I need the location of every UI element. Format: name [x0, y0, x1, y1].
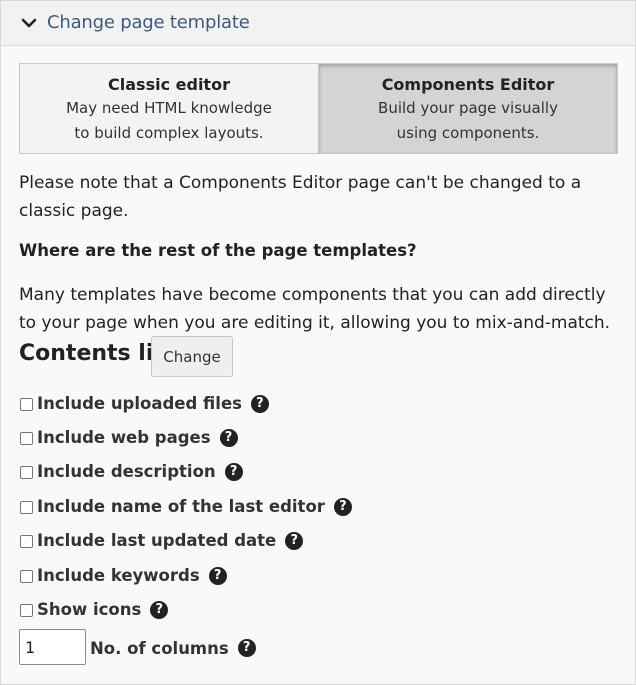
help-icon[interactable]: ? [250, 395, 269, 413]
include-last-editor-checkbox[interactable] [20, 500, 33, 514]
option-label: Include uploaded files [37, 394, 242, 413]
option-label: Include name of the last editor [37, 497, 325, 516]
include-uploaded-files-checkbox[interactable] [20, 397, 33, 411]
show-icons-checkbox[interactable] [20, 603, 33, 617]
classic-editor-option[interactable]: Classic editor May need HTML knowledge t… [20, 64, 319, 153]
option-show-icons: Show icons ? [19, 598, 169, 622]
templates-explanation: Many templates have become components th… [19, 285, 611, 333]
include-last-updated-date-checkbox[interactable] [20, 534, 33, 548]
option-label: Show icons [37, 600, 142, 619]
help-icon[interactable]: ? [150, 601, 169, 619]
change-template-toggle[interactable]: Change page template [1, 1, 635, 46]
components-editor-option[interactable]: Components Editor Build your page visual… [319, 64, 617, 153]
option-label: Include description [37, 462, 216, 481]
include-keywords-checkbox[interactable] [20, 569, 33, 583]
components-editor-title: Components Editor [381, 75, 555, 94]
columns-label-group: No. of columns ? [90, 636, 256, 660]
option-include-last-editor: Include name of the last editor ? [19, 495, 352, 519]
option-include-keywords: Include keywords ? [19, 564, 227, 588]
columns-input[interactable] [19, 629, 86, 665]
components-editor-desc-line2: using components. [396, 124, 540, 142]
templates-question-heading: Where are the rest of the page templates… [19, 241, 417, 260]
option-include-description: Include description ? [19, 460, 243, 484]
help-icon[interactable]: ? [219, 429, 238, 447]
include-web-pages-checkbox[interactable] [20, 431, 33, 445]
help-icon[interactable]: ? [224, 463, 243, 481]
template-choice-group: Classic editor May need HTML knowledge t… [19, 63, 618, 154]
columns-label: No. of columns [90, 638, 229, 658]
option-label: Include last updated date [37, 531, 277, 550]
page-template-panel: Change page template Classic editor May … [0, 0, 636, 685]
option-include-web-pages: Include web pages ? [19, 426, 238, 450]
classic-editor-title: Classic editor [108, 75, 230, 94]
help-icon[interactable]: ? [237, 639, 256, 657]
option-label: Include web pages [37, 428, 211, 447]
change-button[interactable]: Change [151, 336, 233, 377]
section-title: Change page template [47, 12, 250, 33]
option-include-uploaded-files: Include uploaded files ? [19, 392, 269, 416]
components-editor-desc-line1: Build your page visually [378, 99, 558, 117]
help-icon[interactable]: ? [285, 532, 304, 550]
help-icon[interactable]: ? [208, 567, 227, 585]
chevron-down-icon [21, 18, 37, 28]
help-icon[interactable]: ? [333, 498, 352, 516]
include-description-checkbox[interactable] [20, 465, 33, 479]
option-label: Include keywords [37, 566, 200, 585]
conversion-note: Please note that a Components Editor pag… [19, 173, 582, 221]
option-include-last-updated-date: Include last updated date ? [19, 529, 304, 553]
classic-editor-desc-line1: May need HTML knowledge [66, 99, 272, 117]
classic-editor-desc-line2: to build complex layouts. [74, 124, 264, 142]
